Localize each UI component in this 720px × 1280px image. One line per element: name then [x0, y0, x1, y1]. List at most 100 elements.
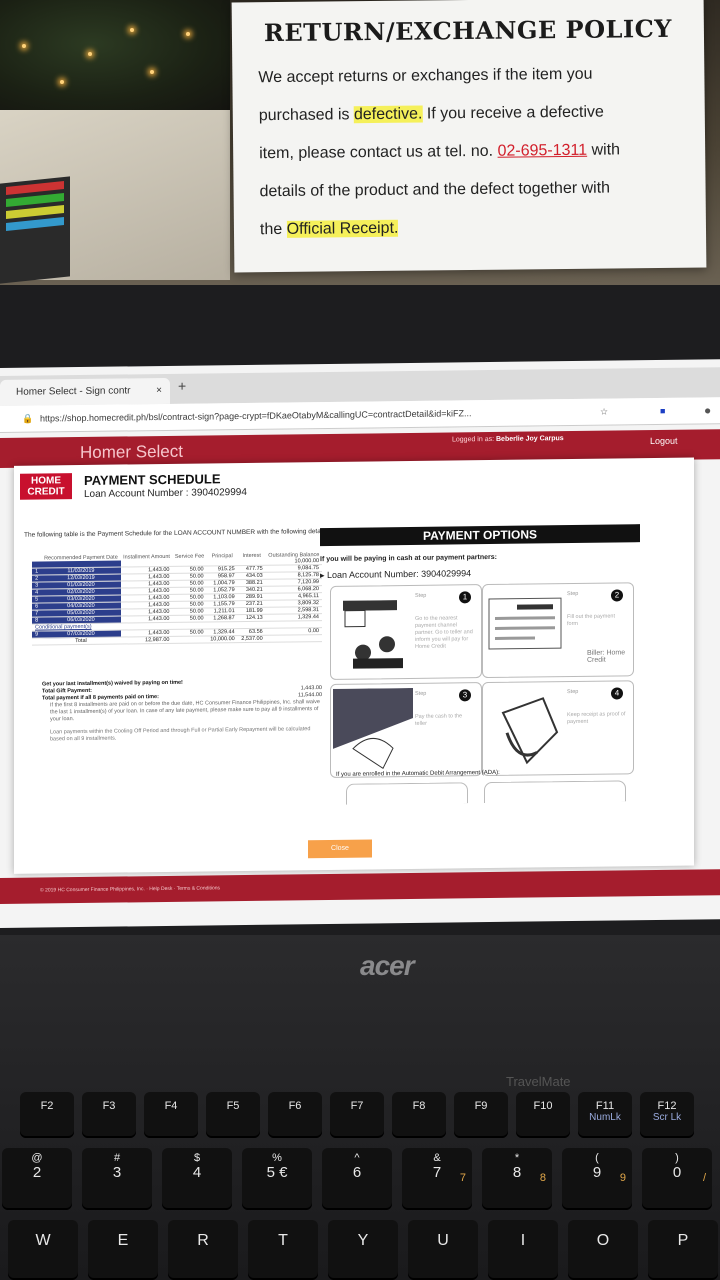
key-label: F8 [412, 1100, 426, 1112]
table-cell: 1,329.44 [206, 628, 238, 636]
key-number-1[interactable]: #3 [82, 1148, 152, 1210]
key-numpad-label: / [702, 1172, 706, 1184]
schedule-table: Recommended Payment Date Installment Amou… [32, 552, 322, 646]
key-f12[interactable]: F12 Scr Lk [640, 1092, 694, 1138]
key-label: F4 [164, 1100, 178, 1112]
key-letter-o[interactable]: O [568, 1220, 638, 1280]
key-number-7[interactable]: (9 9 [562, 1148, 632, 1210]
key-sublabel: NumLk [589, 1112, 621, 1123]
key-letter-i[interactable]: I [488, 1220, 558, 1280]
key-number-4[interactable]: ^ 6 [322, 1148, 392, 1210]
key-letter-y[interactable]: Y [328, 1220, 398, 1280]
table-header-cell: Installment Amount [123, 553, 170, 561]
table-cell: 237.21 [237, 600, 266, 608]
close-button[interactable]: Close [308, 839, 372, 859]
payment-schedule-modal: HOME CREDIT PAYMENT SCHEDULE Loan Accoun… [14, 457, 694, 874]
key-number-6[interactable]: * 8 8 [482, 1148, 552, 1210]
key-label: F11 [595, 1100, 615, 1112]
account-icon[interactable]: ● [704, 397, 711, 423]
table-cell: 50.00 [172, 600, 207, 609]
key-label: Y [357, 1232, 369, 1249]
table-cell: 915.25 [206, 565, 238, 573]
browser-tab[interactable]: Homer Select - Sign contr × [0, 377, 170, 406]
key-letter-r[interactable]: R [168, 1220, 238, 1280]
table-cell: 50.00 [172, 607, 207, 616]
key-numpad-label: 7 [459, 1172, 466, 1184]
key-f2[interactable]: F2 [20, 1092, 74, 1138]
table-cell: 181.99 [237, 607, 266, 615]
key-letter-e[interactable]: E [88, 1220, 158, 1280]
key-f11[interactable]: F11 NumLk [578, 1092, 632, 1138]
key-letter-u[interactable]: U [408, 1220, 478, 1280]
key-f5[interactable]: F5 [206, 1092, 260, 1138]
key-number-5[interactable]: & 7 7 [402, 1148, 472, 1210]
key-number-2[interactable]: $4 [162, 1148, 232, 1210]
key-f3[interactable]: F3 [82, 1092, 136, 1138]
payment-step-3: Step 3 Pay the cash to the teller [330, 682, 482, 778]
schedule-title: PAYMENT SCHEDULE [84, 471, 221, 488]
key-label: 3 [112, 1164, 122, 1181]
key-top-symbol: % [272, 1152, 282, 1164]
key-letter-p[interactable]: P [648, 1220, 718, 1280]
key-label: U [437, 1232, 449, 1249]
table-cell: 63.56 [237, 628, 266, 636]
key-f7[interactable]: F7 [330, 1092, 384, 1138]
key-top-symbol: @ [31, 1152, 43, 1164]
key-label: F12 [657, 1100, 677, 1112]
table-cell: 1,004.79 [206, 579, 238, 587]
key-top-symbol: ^ [354, 1152, 360, 1164]
key-top-symbol: $ [193, 1152, 201, 1164]
loan-account-number: Loan Account Number : 3904029994 [84, 486, 247, 500]
key-number-0[interactable]: @2 [2, 1148, 72, 1210]
lock-icon: 🔒 [22, 413, 34, 424]
schedule-intro: The following table is the Payment Sched… [24, 527, 329, 539]
key-label: R [197, 1232, 209, 1249]
table-cell: 388.21 [237, 579, 266, 587]
table-cell [265, 634, 322, 643]
key-top-symbol: * [514, 1152, 520, 1164]
key-label: F7 [350, 1100, 364, 1112]
key-f10[interactable]: F10 [516, 1092, 570, 1138]
table-cell: 434.03 [237, 572, 266, 580]
extension-icon[interactable]: ■ [660, 398, 665, 424]
key-f4[interactable]: F4 [144, 1092, 198, 1138]
schedule-notes: Get your last installment(s) waived by p… [42, 679, 322, 743]
new-tab-button[interactable]: + [178, 378, 186, 394]
table-cell: 958.97 [206, 572, 238, 580]
key-letter-w[interactable]: W [8, 1220, 78, 1280]
phone-number: 02-695-1311 [497, 141, 588, 160]
table-cell: 50.00 [172, 593, 207, 602]
payment-step-2: Step 2 Fill out the payment form Biller:… [482, 582, 634, 679]
ada-line: If you are enrolled in the Automatic Deb… [336, 769, 500, 778]
site-brand[interactable]: Homer Select [80, 442, 183, 463]
table-cell: 50.00 [172, 579, 207, 588]
key-number-3[interactable]: % 5 € [242, 1148, 312, 1210]
key-number-8[interactable]: ) 0 / [642, 1148, 712, 1210]
key-f9[interactable]: F9 [454, 1092, 508, 1138]
table-cell: 1,211.01 [206, 607, 238, 615]
table-cell: 1,155.79 [206, 600, 238, 608]
table-cell: 289.91 [237, 593, 266, 601]
key-label: 0 [672, 1164, 682, 1181]
receipt-icon [501, 697, 559, 765]
table-cell: Total [41, 637, 121, 645]
logged-in-text: Logged in as: Beberlie Joy Carpus [452, 435, 564, 444]
key-letter-t[interactable]: T [248, 1220, 318, 1280]
table-cell: 2,537.00 [237, 635, 266, 643]
logout-link[interactable]: Logout [650, 436, 678, 446]
acer-logo: acer [360, 950, 415, 981]
key-label: F10 [533, 1100, 553, 1112]
close-tab-icon[interactable]: × [156, 378, 162, 404]
ada-step-card-2 [484, 780, 626, 804]
url-text[interactable]: https://shop.homecredit.ph/bsl/contract-… [40, 400, 471, 431]
bookmark-star-icon[interactable]: ☆ [600, 399, 608, 425]
pay-cash-icon [333, 687, 413, 770]
table-cell [32, 637, 42, 646]
key-label: F5 [226, 1100, 240, 1112]
key-label: 6 [352, 1164, 362, 1181]
key-numpad-label: 8 [539, 1172, 546, 1184]
key-label: P [677, 1232, 689, 1249]
key-f6[interactable]: F6 [268, 1092, 322, 1138]
key-f8[interactable]: F8 [392, 1092, 446, 1138]
store-illustration-icon [343, 600, 403, 669]
